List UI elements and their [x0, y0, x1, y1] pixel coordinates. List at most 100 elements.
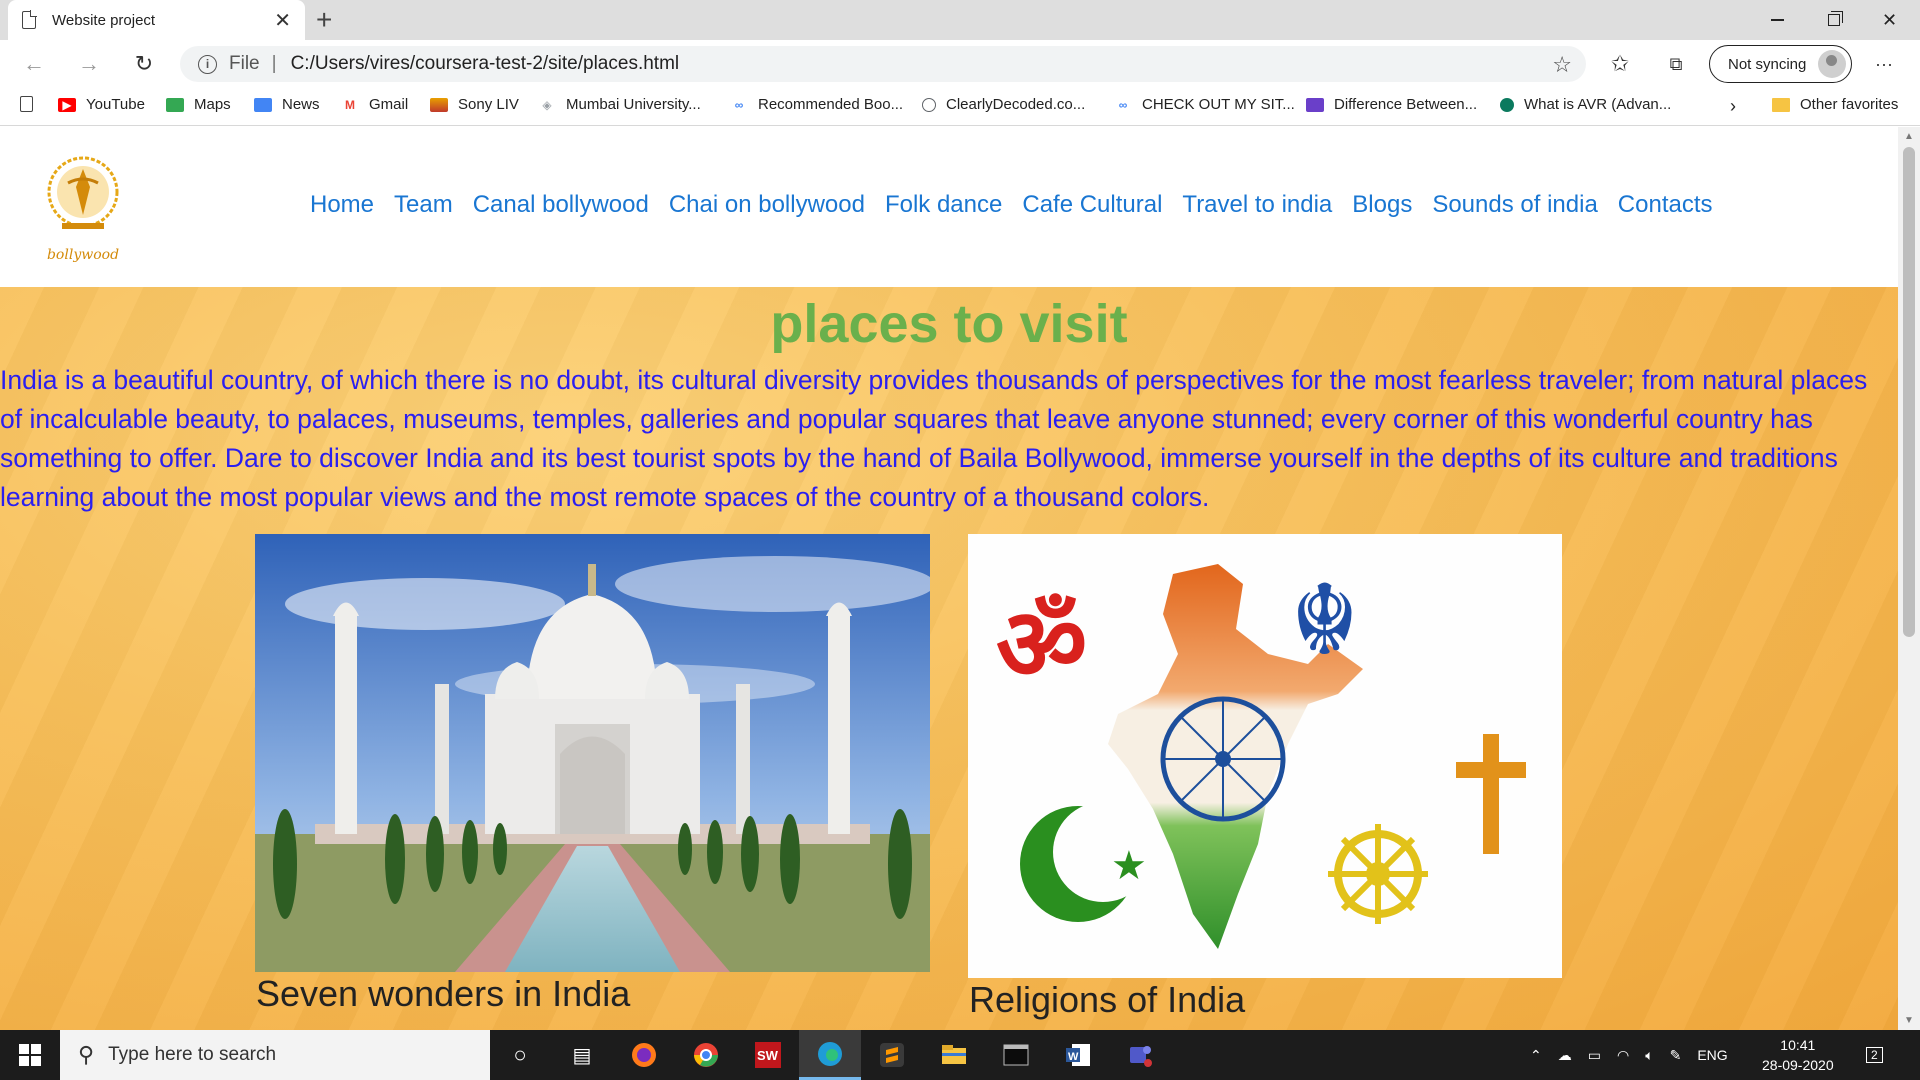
bollywood-logo[interactable]: bollywood — [40, 147, 126, 267]
avatar — [1818, 50, 1846, 78]
nav-home[interactable]: Home — [310, 191, 374, 219]
forward-icon[interactable]: → — [75, 50, 103, 78]
nav-canal-bollywood[interactable]: Canal bollywood — [473, 191, 649, 219]
bookmark-news[interactable]: News — [254, 96, 320, 113]
favorites-icon[interactable]: ✩ — [1606, 50, 1634, 78]
tab-website-project[interactable]: Website project ✕ — [8, 0, 305, 40]
windows-taskbar: ⚲ Type here to search ○ ▤ SW W ⌃ ☁ ▭ ◠ 🔈… — [0, 1030, 1920, 1080]
other-favorites[interactable]: Other favorites — [1772, 96, 1898, 113]
logo-text: bollywood — [47, 247, 119, 263]
info-icon[interactable]: i — [198, 54, 217, 74]
firefox-icon[interactable] — [613, 1030, 675, 1080]
site-header: bollywood Home Team Canal bollywood Chai… — [0, 127, 1898, 287]
nav-folk-dance[interactable]: Folk dance — [885, 191, 1002, 219]
tab-title: Website project — [52, 11, 156, 29]
wifi-icon[interactable]: ◠ — [1617, 1047, 1629, 1064]
address-bar[interactable]: i File | C:/Users/vires/coursera-test-2/… — [180, 46, 1586, 82]
more-menu-icon[interactable]: ··· — [1870, 50, 1898, 78]
chrome-icon[interactable] — [675, 1030, 737, 1080]
solidworks-icon[interactable]: SW — [737, 1030, 799, 1080]
task-switch-icon[interactable]: ▤ — [551, 1030, 613, 1080]
close-tab-icon[interactable]: ✕ — [274, 8, 291, 33]
notification-count: 2 — [1866, 1047, 1883, 1063]
svg-text:ॐ: ॐ — [996, 586, 1087, 703]
collections-icon[interactable]: ⧉ — [1662, 50, 1690, 78]
bookmark-youtube[interactable]: ▶ YouTube — [58, 96, 145, 113]
file-explorer-icon[interactable] — [923, 1030, 985, 1080]
india-religions-map: ॐ ☬ ★ — [968, 534, 1562, 978]
scroll-up-icon[interactable]: ▲ — [1904, 131, 1914, 142]
browser-toolbar: ← → ↻ i File | C:/Users/vires/coursera-t… — [0, 40, 1920, 88]
sync-label: Not syncing — [1728, 55, 1807, 73]
intro-paragraph: India is a beautiful country, of which t… — [0, 365, 1868, 512]
bookmark-maps[interactable]: Maps — [166, 96, 231, 113]
profile-sync-button[interactable]: Not syncing — [1709, 45, 1852, 83]
new-tab-button[interactable]: + — [316, 4, 332, 36]
bookmark-check-out-my-site[interactable]: ∞ CHECK OUT MY SIT... — [1114, 96, 1295, 113]
page-scrollbar[interactable]: ▲ ▼ — [1898, 127, 1920, 1030]
clock[interactable]: 10:41 28-09-2020 — [1762, 1035, 1834, 1075]
teams-icon[interactable] — [1109, 1030, 1171, 1080]
scrollbar-thumb[interactable] — [1903, 147, 1915, 637]
youtube-icon: ▶ — [58, 97, 76, 112]
bookmark-mumbai-university[interactable]: ◈ Mumbai University... — [538, 96, 700, 113]
chevron-up-icon[interactable]: ⌃ — [1530, 1047, 1542, 1064]
edge-icon[interactable] — [799, 1030, 861, 1080]
nav-chai-on-bollywood[interactable]: Chai on bollywood — [669, 191, 865, 219]
sublime-icon[interactable] — [861, 1030, 923, 1080]
minimize-button[interactable] — [1750, 0, 1805, 40]
card-caption-seven-wonders: Seven wonders in India — [256, 973, 631, 1014]
gmail-icon: M — [341, 97, 359, 112]
document-icon — [22, 10, 37, 29]
favorite-star-icon[interactable]: ☆ — [1552, 52, 1572, 78]
refresh-icon[interactable]: ↻ — [130, 50, 158, 78]
main-content: places to visit India is a beautiful cou… — [0, 287, 1898, 1030]
site-icon — [1306, 97, 1324, 112]
bookmark-what-is-avr[interactable]: What is AVR (Advan... — [1500, 96, 1671, 113]
taj-mahal-photo — [255, 534, 930, 972]
restore-button[interactable] — [1806, 0, 1861, 40]
nav-sounds-of-india[interactable]: Sounds of india — [1432, 191, 1597, 219]
language-indicator[interactable]: ENG — [1697, 1047, 1727, 1063]
svg-text:★: ★ — [1111, 843, 1147, 889]
nav-travel-to-india[interactable]: Travel to india — [1182, 191, 1332, 219]
sonyliv-icon — [430, 97, 448, 112]
clock-date: 28-09-2020 — [1762, 1057, 1834, 1073]
site-icon — [1500, 97, 1514, 112]
svg-text:W: W — [1068, 1051, 1079, 1063]
windows-icon — [19, 1044, 41, 1066]
chevron-right-icon[interactable]: › — [1730, 96, 1736, 117]
nav-team[interactable]: Team — [394, 191, 453, 219]
url-text[interactable]: C:/Users/vires/coursera-test-2/site/plac… — [291, 53, 680, 75]
svg-text:☬: ☬ — [1290, 564, 1360, 678]
onedrive-icon[interactable]: ☁ — [1558, 1047, 1572, 1064]
favorites-bar: ▶ YouTube Maps News M Gmail Sony LIV ◈ M… — [0, 88, 1920, 126]
scroll-down-icon[interactable]: ▼ — [1904, 1015, 1914, 1026]
start-button[interactable] — [0, 1030, 60, 1080]
maps-icon — [166, 97, 184, 112]
bookmark-gmail[interactable]: M Gmail — [341, 96, 408, 113]
bookmark-sonyliv[interactable]: Sony LIV — [430, 96, 519, 113]
battery-icon[interactable]: ▭ — [1588, 1047, 1601, 1064]
nav-contacts[interactable]: Contacts — [1618, 191, 1713, 219]
pen-icon[interactable]: ✎ — [1670, 1047, 1682, 1064]
volume-icon[interactable]: 🔈︎ — [1645, 1047, 1653, 1064]
search-icon: ⚲ — [78, 1042, 95, 1067]
taskbar-search[interactable]: ⚲ Type here to search — [60, 1030, 490, 1080]
link-icon: ∞ — [734, 97, 744, 112]
nav-cafe-cultural[interactable]: Cafe Cultural — [1022, 191, 1162, 219]
word-icon[interactable]: W — [1047, 1030, 1109, 1080]
clock-time: 10:41 — [1780, 1037, 1816, 1053]
bookmark-clearlydecoded[interactable]: ClearlyDecoded.co... — [922, 96, 1085, 113]
notification-center-icon[interactable]: 2 — [1866, 1030, 1883, 1080]
bookmark-difference-between[interactable]: Difference Between... — [1306, 96, 1477, 113]
bookmark-recommended[interactable]: ∞ Recommended Boo... — [730, 96, 903, 113]
nav-blogs[interactable]: Blogs — [1352, 191, 1412, 219]
terminal-icon[interactable] — [985, 1030, 1047, 1080]
tab-strip: Website project ✕ + ✕ — [0, 0, 1920, 40]
close-window-button[interactable]: ✕ — [1862, 0, 1917, 40]
back-icon[interactable]: ← — [20, 50, 48, 78]
task-view-icon[interactable]: ○ — [489, 1030, 551, 1080]
university-icon: ◈ — [542, 97, 552, 112]
page-title: places to visit — [770, 294, 1128, 354]
